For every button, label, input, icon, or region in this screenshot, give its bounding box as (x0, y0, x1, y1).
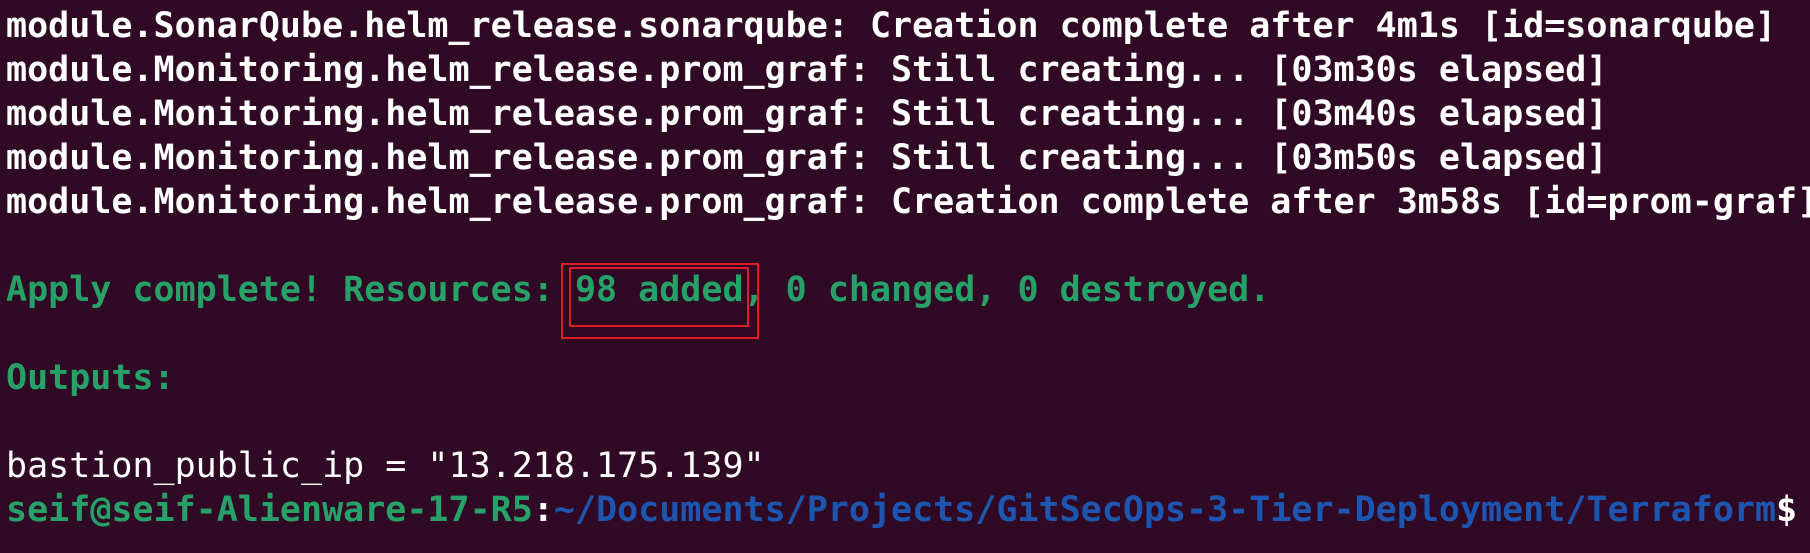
added-count-highlight: 98 added (560, 263, 759, 339)
log-line: module.Monitoring.helm_release.prom_graf… (6, 50, 1608, 90)
log-line: module.Monitoring.helm_release.prom_graf… (6, 94, 1608, 134)
highlight-inner-box (568, 267, 749, 327)
apply-summary-rest: , 0 changed, 0 destroyed. (743, 270, 1271, 310)
output-value-line: bastion_public_ip = "13.218.175.139" (6, 446, 765, 486)
prompt-path: ~/Documents/Projects/GitSecOps-3-Tier-De… (553, 490, 1777, 530)
prompt-dollar: $ (1776, 490, 1798, 530)
prompt-user-host: seif@seif-Alienware-17-R5 (6, 490, 533, 530)
log-line: module.Monitoring.helm_release.prom_graf… (6, 182, 1810, 222)
log-line: module.Monitoring.helm_release.prom_graf… (6, 138, 1608, 178)
outputs-header: Outputs: (6, 358, 175, 398)
log-line: module.SonarQube.helm_release.sonarqube:… (6, 6, 1777, 46)
shell-prompt-line[interactable]: seif@seif-Alienware-17-R5:~/Documents/Pr… (6, 488, 1806, 532)
terminal-window[interactable]: module.SonarQube.helm_release.sonarqube:… (6, 4, 1810, 553)
apply-summary-line: Apply complete! Resources: 98 added, 0 c… (6, 263, 1806, 339)
apply-summary-prefix: Apply complete! Resources: (6, 270, 575, 310)
prompt-colon: : (532, 490, 554, 530)
